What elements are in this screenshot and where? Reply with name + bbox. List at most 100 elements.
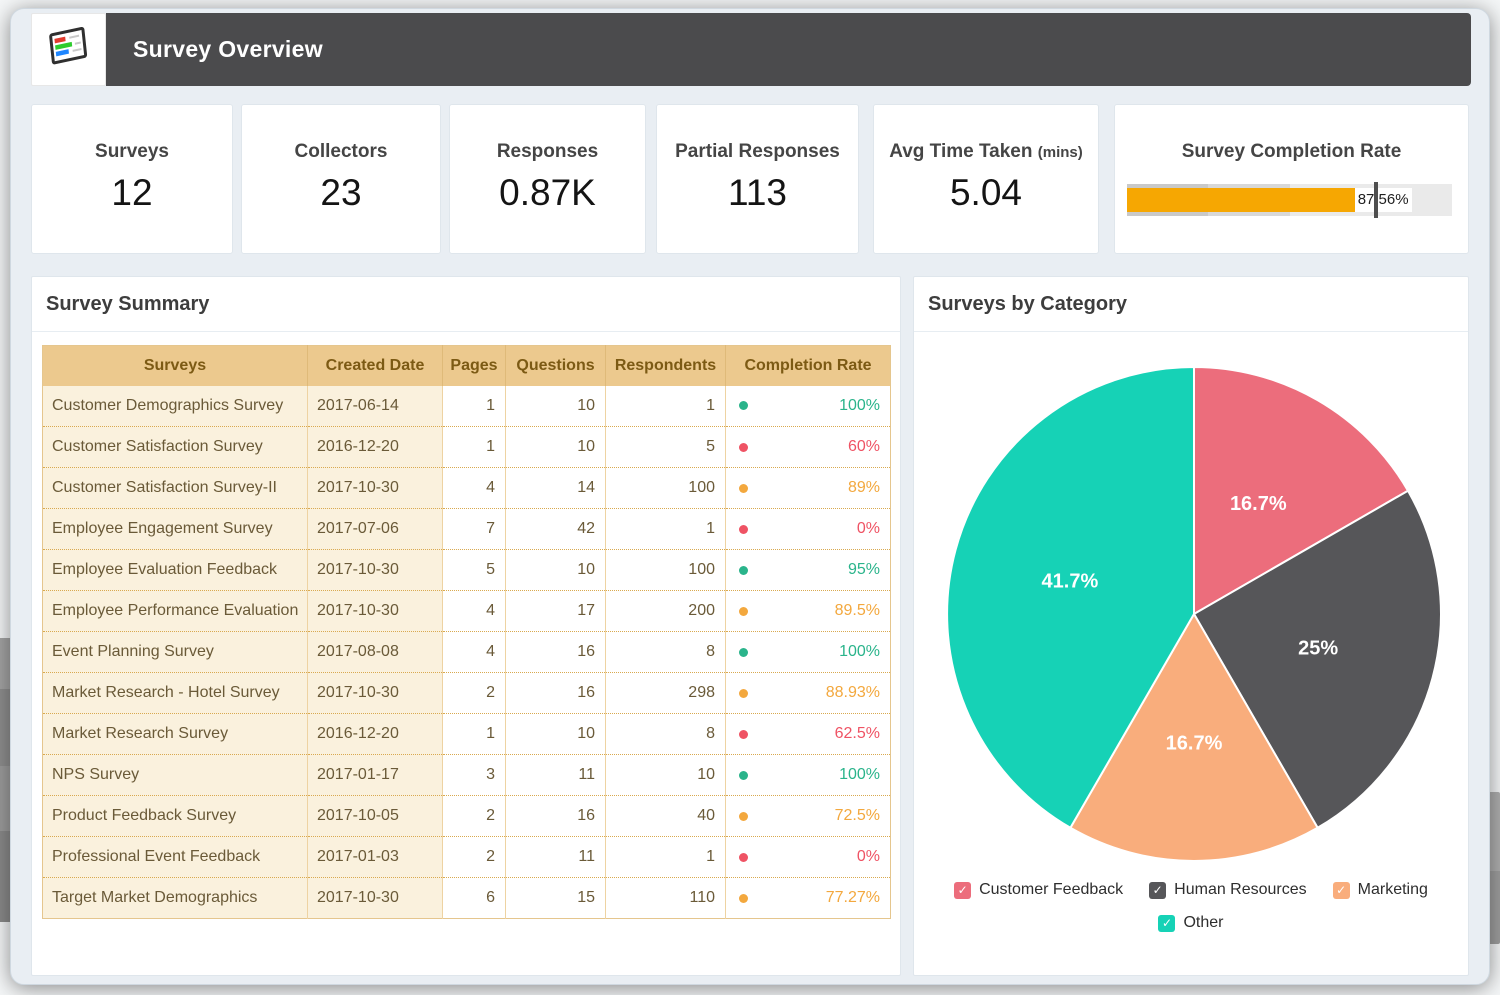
dashboard-card: Survey Overview Surveys 12 Collectors 23… <box>10 8 1490 985</box>
table-row[interactable]: Market Research Survey2016-12-20110862.5… <box>43 714 891 755</box>
completion-rate-value: 60% <box>748 438 880 456</box>
cell-survey-name: Market Research Survey <box>43 714 308 755</box>
table-row[interactable]: NPS Survey2017-01-1731110100% <box>43 755 891 796</box>
legend-item-marketing[interactable]: ✓Marketing <box>1333 881 1428 899</box>
completion-rate-value: 100% <box>748 766 880 784</box>
cell-questions: 11 <box>506 837 606 878</box>
cell-pages: 1 <box>443 386 506 427</box>
kpi-card-surveys: Surveys 12 <box>31 104 233 254</box>
completion-rate-value: 95% <box>748 561 880 579</box>
table-row[interactable]: Target Market Demographics2017-10-306151… <box>43 878 891 919</box>
bullet-target-marker <box>1374 182 1378 218</box>
cell-created-date: 2017-08-08 <box>308 632 443 673</box>
cell-respondents: 8 <box>606 632 726 673</box>
cell-questions: 17 <box>506 591 606 632</box>
col-header-respondents[interactable]: Respondents <box>606 346 726 386</box>
status-dot <box>739 525 748 534</box>
table-row[interactable]: Event Planning Survey2017-08-084168100% <box>43 632 891 673</box>
legend-row: ✓Customer Feedback✓Human Resources✓Marke… <box>914 875 1468 905</box>
completion-rate-value: 89.5% <box>748 602 880 620</box>
status-dot <box>739 689 748 698</box>
category-pie-chart: 16.7%25%16.7%41.7% <box>914 332 1468 872</box>
status-dot <box>739 648 748 657</box>
cell-completion-rate: 0% <box>726 837 891 878</box>
table-row[interactable]: Market Research - Hotel Survey2017-10-30… <box>43 673 891 714</box>
cell-completion-rate: 89% <box>726 468 891 509</box>
cell-completion-rate: 89.5% <box>726 591 891 632</box>
cell-questions: 15 <box>506 878 606 919</box>
cell-survey-name: Employee Engagement Survey <box>43 509 308 550</box>
cell-questions: 14 <box>506 468 606 509</box>
completion-rate-value: 0% <box>748 848 880 866</box>
col-header-pages[interactable]: Pages <box>443 346 506 386</box>
cell-pages: 3 <box>443 755 506 796</box>
cell-pages: 4 <box>443 591 506 632</box>
legend-checkbox[interactable]: ✓ <box>1149 882 1166 899</box>
cell-completion-rate: 62.5% <box>726 714 891 755</box>
header-bar: Survey Overview <box>106 13 1471 86</box>
cell-questions: 10 <box>506 427 606 468</box>
cell-questions: 10 <box>506 386 606 427</box>
legend-item-human-resources[interactable]: ✓ Human Resources <box>1149 881 1307 899</box>
cell-created-date: 2017-10-30 <box>308 550 443 591</box>
status-dot <box>739 566 748 575</box>
table-row[interactable]: Customer Satisfaction Survey2016-12-2011… <box>43 427 891 468</box>
legend-checkbox[interactable]: ✓ <box>954 882 971 899</box>
completion-rate-value: 89% <box>748 479 880 497</box>
cell-survey-name: Customer Satisfaction Survey <box>43 427 308 468</box>
cell-respondents: 5 <box>606 427 726 468</box>
bullet-value-label: 87.56% <box>1355 188 1412 212</box>
cell-respondents: 8 <box>606 714 726 755</box>
legend-checkbox[interactable]: ✓ <box>1333 882 1350 899</box>
cell-completion-rate: 77.27% <box>726 878 891 919</box>
cell-created-date: 2017-10-30 <box>308 878 443 919</box>
pie-slice-label: 41.7% <box>1042 571 1099 593</box>
cell-created-date: 2017-06-14 <box>308 386 443 427</box>
cell-survey-name: Product Feedback Survey <box>43 796 308 837</box>
legend-checkbox[interactable]: ✓ <box>1158 915 1175 932</box>
table-row[interactable]: Product Feedback Survey2017-10-052164072… <box>43 796 891 837</box>
cell-survey-name: Customer Demographics Survey <box>43 386 308 427</box>
table-row[interactable]: Employee Performance Evaluation2017-10-3… <box>43 591 891 632</box>
legend-label: Human Resources <box>1174 881 1307 899</box>
kpi-card-collectors: Collectors 23 <box>241 104 441 254</box>
survey-board-icon <box>43 21 95 78</box>
legend-item-other[interactable]: ✓ Other <box>1158 914 1223 932</box>
col-header-completion-rate[interactable]: Completion Rate <box>726 346 891 386</box>
cell-questions: 16 <box>506 796 606 837</box>
kpi-value: 23 <box>242 172 440 214</box>
kpi-card-partial-responses: Partial Responses 113 <box>656 104 859 254</box>
kpi-label: Collectors <box>242 141 440 163</box>
legend-label: Other <box>1183 914 1223 932</box>
cell-respondents: 1 <box>606 386 726 427</box>
status-dot <box>739 894 748 903</box>
status-dot <box>739 853 748 862</box>
table-row[interactable]: Professional Event Feedback2017-01-03211… <box>43 837 891 878</box>
kpi-value: 5.04 <box>874 172 1098 214</box>
cell-pages: 6 <box>443 878 506 919</box>
cell-completion-rate: 60% <box>726 427 891 468</box>
cell-respondents: 1 <box>606 837 726 878</box>
completion-rate-value: 72.5% <box>748 807 880 825</box>
cell-respondents: 1 <box>606 509 726 550</box>
panel-title: Surveys by Category <box>914 277 1468 332</box>
table-row[interactable]: Customer Satisfaction Survey-II2017-10-3… <box>43 468 891 509</box>
cell-respondents: 100 <box>606 468 726 509</box>
cell-pages: 1 <box>443 427 506 468</box>
table-row[interactable]: Customer Demographics Survey2017-06-1411… <box>43 386 891 427</box>
table-row[interactable]: Employee Engagement Survey2017-07-067421… <box>43 509 891 550</box>
legend-item-customer-feedback[interactable]: ✓Customer Feedback <box>954 881 1123 899</box>
col-header-questions[interactable]: Questions <box>506 346 606 386</box>
cell-survey-name: Professional Event Feedback <box>43 837 308 878</box>
table-row[interactable]: Employee Evaluation Feedback2017-10-3051… <box>43 550 891 591</box>
cell-pages: 4 <box>443 632 506 673</box>
cell-created-date: 2017-01-03 <box>308 837 443 878</box>
cell-questions: 16 <box>506 673 606 714</box>
cell-survey-name: Employee Performance Evaluation <box>43 591 308 632</box>
col-header-created-date[interactable]: Created Date <box>308 346 443 386</box>
kpi-label: Partial Responses <box>657 141 858 163</box>
cell-pages: 1 <box>443 714 506 755</box>
kpi-label-suffix: (mins) <box>1038 144 1083 161</box>
cell-created-date: 2016-12-20 <box>308 427 443 468</box>
col-header-surveys[interactable]: Surveys <box>43 346 308 386</box>
